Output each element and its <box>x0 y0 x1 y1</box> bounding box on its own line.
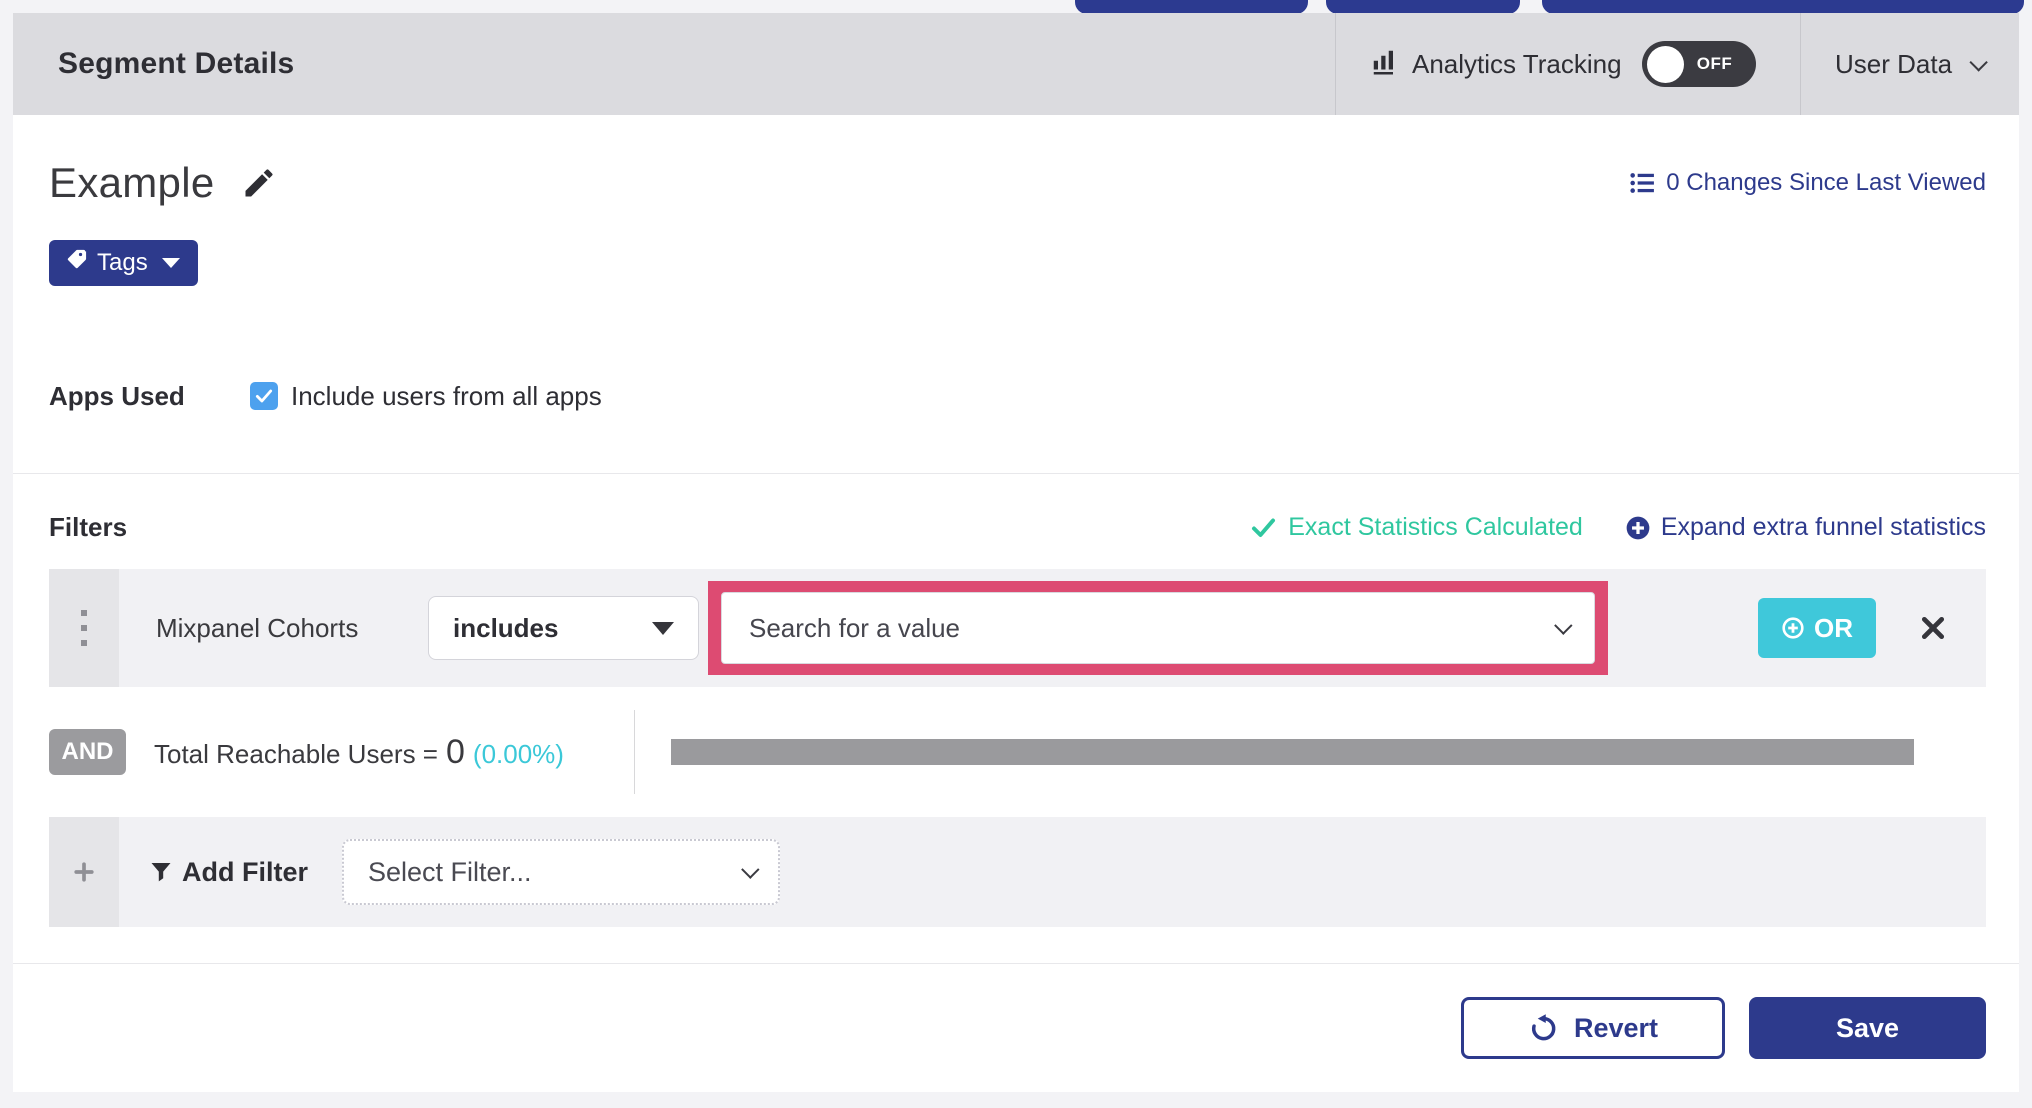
or-button-label: OR <box>1814 612 1853 643</box>
plus-circle-icon <box>1626 516 1650 539</box>
annotation-highlight-box: Search for a value <box>708 581 1608 675</box>
analytics-tracking-section: Analytics Tracking OFF <box>1335 13 1800 115</box>
exact-statistics-label: Exact Statistics Calculated <box>1288 513 1583 541</box>
save-button-label: Save <box>1835 1012 1900 1043</box>
select-filter-dropdown[interactable]: Select Filter... <box>342 839 780 905</box>
check-icon <box>255 389 273 403</box>
and-summary-row: AND Total Reachable Users = 0 (0.00%) <box>49 687 1986 817</box>
value-search-select[interactable]: Search for a value <box>721 592 1595 664</box>
top-cropped-button-3[interactable] <box>1542 0 2024 14</box>
funnel-icon <box>151 863 171 882</box>
segment-details-header: Segment Details Analytics Tracking OFF U… <box>13 13 2019 115</box>
top-cropped-button-1[interactable] <box>1075 0 1308 14</box>
drag-handle[interactable] <box>49 569 119 687</box>
bar-chart-icon <box>1370 47 1400 82</box>
title-row: Example 0 Changes Since Last Viewed <box>49 159 1986 207</box>
checkmark-icon <box>1252 518 1276 537</box>
filters-heading: Filters <box>49 512 128 542</box>
segment-details-card: Example 0 Changes Since Last Viewed Tags… <box>13 115 2019 1092</box>
add-filter-label: Add Filter <box>182 856 308 887</box>
include-all-apps-label: Include users from all apps <box>291 380 602 411</box>
total-reachable-users-text: Total Reachable Users = 0 (0.00%) <box>154 733 564 772</box>
toggle-state-label: OFF <box>1696 54 1733 73</box>
filter-attribute-label: Mixpanel Cohorts <box>156 612 359 643</box>
revert-button[interactable]: Revert <box>1461 997 1725 1059</box>
expand-funnel-statistics-label: Expand extra funnel statistics <box>1660 513 1986 541</box>
page-title: Segment Details <box>58 47 295 80</box>
add-filter-label-group: Add Filter <box>149 857 308 888</box>
plus-icon <box>74 862 94 882</box>
select-filter-placeholder: Select Filter... <box>368 856 532 887</box>
segment-name-title: Example <box>49 159 215 206</box>
expand-funnel-statistics-link[interactable]: Expand extra funnel statistics <box>1625 513 1986 542</box>
caret-down-icon <box>652 621 674 635</box>
value-select-placeholder: Search for a value <box>749 612 961 643</box>
chevron-down-icon <box>741 859 760 879</box>
filters-section: Filters Exact Statistics Calculated Expa… <box>13 474 2019 964</box>
remove-filter-button[interactable] <box>1920 615 1946 641</box>
segment-details-page: Segment Details Analytics Tracking OFF U… <box>0 0 2032 1108</box>
apps-used-label: Apps Used <box>49 380 185 411</box>
change-list-icon <box>1630 173 1655 193</box>
reachable-users-bar <box>671 739 1914 765</box>
save-button[interactable]: Save <box>1749 997 1986 1059</box>
operator-select[interactable]: includes <box>428 596 699 660</box>
filter-rows: Mixpanel Cohorts includes Search for a v… <box>49 569 1986 927</box>
apps-used-row: Apps Used Include users from all apps <box>13 319 2019 474</box>
revert-undo-icon <box>1531 1014 1556 1041</box>
filters-header: Filters Exact Statistics Calculated Expa… <box>13 474 2019 543</box>
drag-dot <box>81 625 87 631</box>
add-filter-row: Add Filter Select Filter... <box>49 817 1986 927</box>
changes-since-last-viewed-link[interactable]: 0 Changes Since Last Viewed <box>1628 169 1986 197</box>
edit-pencil-icon[interactable] <box>241 165 277 206</box>
vertical-divider <box>634 710 635 794</box>
drag-dot <box>81 640 87 646</box>
reachable-value: 0 <box>445 732 465 771</box>
operator-value: includes <box>453 612 559 643</box>
changes-link-label: 0 Changes Since Last Viewed <box>1666 169 1986 196</box>
tags-button-label: Tags <box>97 249 148 276</box>
user-data-dropdown[interactable]: User Data <box>1800 13 2019 115</box>
and-badge: AND <box>49 729 126 775</box>
tag-icon <box>65 248 88 278</box>
top-cropped-button-2[interactable] <box>1326 0 1520 14</box>
reachable-label: Total Reachable Users = <box>154 738 438 769</box>
toggle-knob <box>1646 45 1684 83</box>
analytics-tracking-label: Analytics Tracking <box>1412 48 1622 79</box>
user-data-label: User Data <box>1835 48 1953 79</box>
close-x-icon <box>1921 616 1945 640</box>
chevron-down-icon <box>1554 615 1573 635</box>
add-or-condition-button[interactable]: OR <box>1758 598 1876 658</box>
exact-statistics-status: Exact Statistics Calculated <box>1250 513 1583 542</box>
filter-row: Mixpanel Cohorts includes Search for a v… <box>49 569 1986 687</box>
footer-actions: Revert Save <box>13 964 2019 1092</box>
reachable-percent: (0.00%) <box>472 738 564 769</box>
include-all-apps-checkbox[interactable] <box>250 382 278 410</box>
revert-button-label: Revert <box>1573 1012 1659 1043</box>
tags-button[interactable]: Tags <box>49 240 198 286</box>
analytics-tracking-toggle[interactable]: OFF <box>1641 41 1756 87</box>
drag-dot <box>81 610 87 616</box>
plus-circle-outline-icon <box>1782 617 1804 639</box>
caret-down-icon <box>161 258 180 268</box>
add-row-plus-column <box>49 817 119 927</box>
chevron-down-icon <box>1969 52 1988 72</box>
